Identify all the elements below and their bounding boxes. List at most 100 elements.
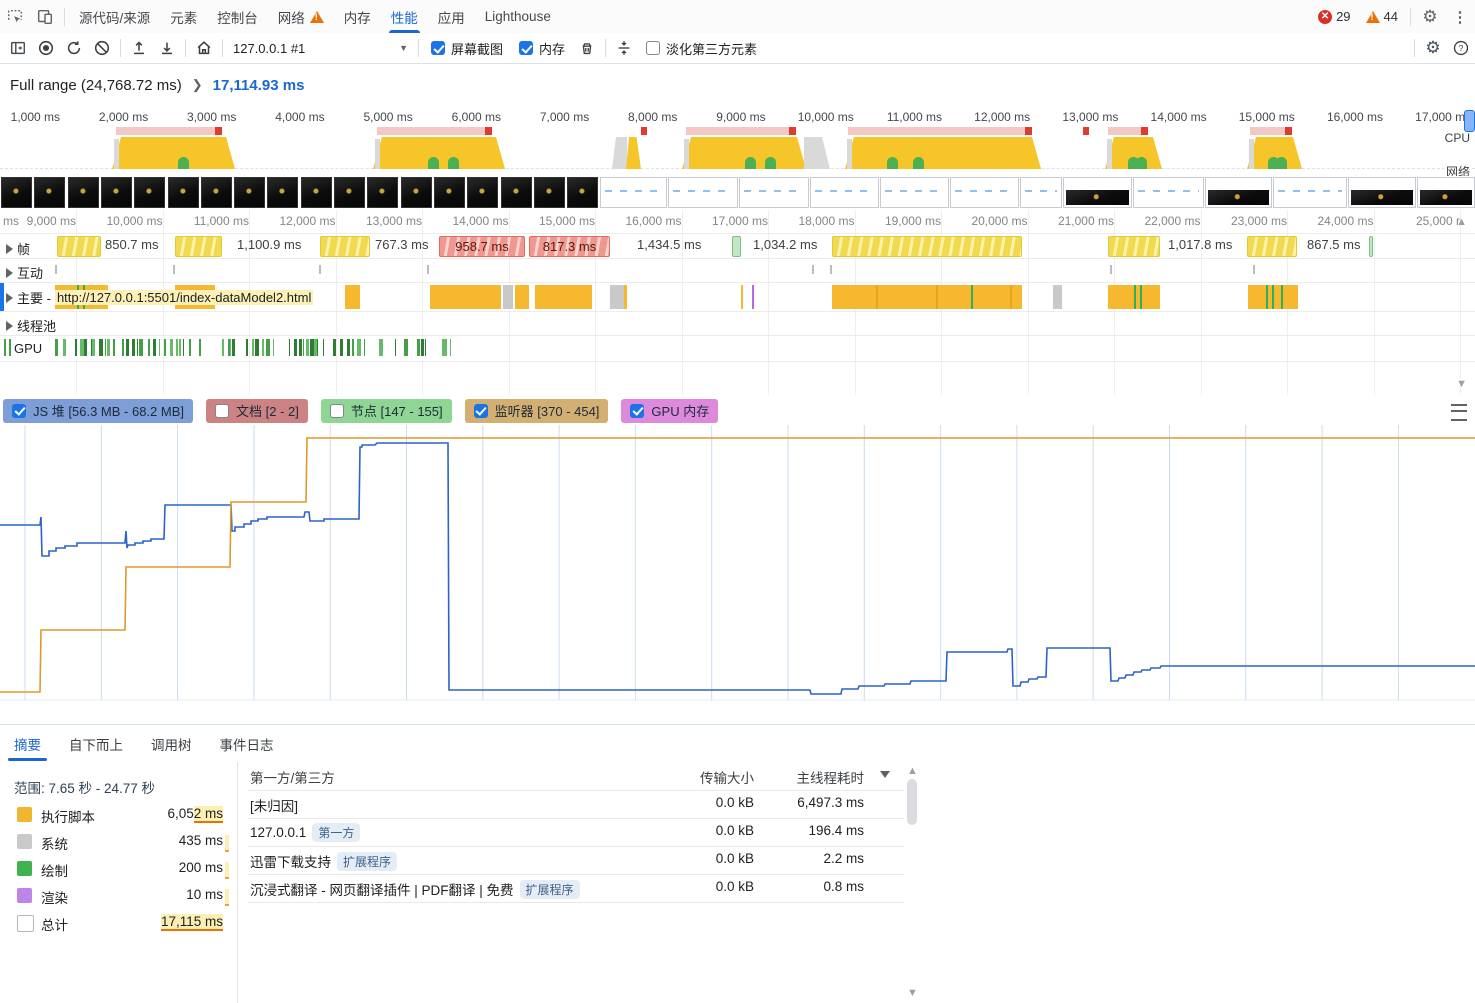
screenshot-thumbnail[interactable] bbox=[334, 177, 365, 208]
gpu-task-bar[interactable] bbox=[132, 339, 135, 356]
tab-内存[interactable]: 内存 bbox=[334, 0, 381, 33]
dropped-frame-bar[interactable]: 817.3 ms bbox=[529, 236, 610, 257]
gpu-task-bar[interactable] bbox=[179, 339, 181, 356]
frames-track-label[interactable]: 帧 bbox=[6, 239, 30, 258]
main-thread-event[interactable] bbox=[503, 285, 513, 309]
gpu-task-bar[interactable] bbox=[183, 339, 184, 356]
main-thread-event[interactable] bbox=[752, 285, 754, 309]
inspect-element-icon[interactable] bbox=[0, 4, 30, 30]
gpu-task-bar[interactable] bbox=[113, 339, 115, 356]
timeline-overview[interactable]: 1,000 ms 2,000 ms 3,000 ms 4,000 ms 5,000 ms… bbox=[0, 106, 1475, 180]
screenshot-thumbnail[interactable] bbox=[234, 177, 266, 208]
tab-性能[interactable]: 性能 bbox=[381, 0, 428, 33]
gpu-task-bar[interactable] bbox=[126, 339, 129, 356]
gpu-task-bar[interactable] bbox=[246, 339, 248, 356]
gpu-task-bar[interactable] bbox=[139, 339, 143, 356]
gpu-task-bar[interactable] bbox=[230, 339, 231, 356]
screenshot-thumbnail[interactable] bbox=[34, 177, 66, 208]
main-thread-event[interactable] bbox=[1281, 285, 1283, 309]
screenshot-thumbnail[interactable] bbox=[200, 177, 232, 208]
screenshot-thumbnail[interactable] bbox=[100, 177, 132, 208]
gpu-task-bar[interactable] bbox=[421, 339, 424, 356]
screenshots-checkbox[interactable]: 屏幕截图 bbox=[431, 39, 503, 58]
screenshot-thumbnail[interactable] bbox=[1020, 177, 1062, 208]
gpu-task-bar[interactable] bbox=[273, 339, 274, 356]
gpu-task-bar[interactable] bbox=[395, 339, 396, 356]
good-frame-bar[interactable] bbox=[732, 236, 741, 257]
gpu-task-bar[interactable] bbox=[232, 339, 235, 356]
breadcrumb-selected-range[interactable]: 17,114.93 ms bbox=[213, 77, 305, 94]
details-tab-调用树[interactable]: 调用树 bbox=[151, 727, 192, 761]
gpu-task-bar[interactable] bbox=[294, 339, 297, 356]
gpu-task-bar[interactable] bbox=[417, 339, 420, 356]
screenshot-thumbnail[interactable] bbox=[67, 177, 99, 208]
gpu-task-bar[interactable] bbox=[4, 339, 6, 356]
screenshot-thumbnail[interactable] bbox=[400, 177, 432, 208]
screenshot-thumbnail[interactable] bbox=[739, 177, 809, 208]
gpu-task-bar[interactable] bbox=[84, 339, 87, 356]
screenshot-thumbnail[interactable] bbox=[367, 177, 399, 208]
screenshot-thumbnail[interactable] bbox=[300, 177, 332, 208]
tab-元素[interactable]: 元素 bbox=[160, 0, 207, 33]
reload-record-icon[interactable] bbox=[60, 35, 88, 61]
main-thread-event[interactable] bbox=[971, 285, 973, 309]
screenshot-thumbnail[interactable] bbox=[668, 177, 738, 208]
gpu-task-bar[interactable] bbox=[266, 339, 270, 356]
tab-应用[interactable]: 应用 bbox=[428, 0, 475, 33]
screenshot-thumbnail[interactable] bbox=[810, 177, 879, 208]
screenshot-thumbnail[interactable] bbox=[600, 177, 667, 208]
sort-desc-icon[interactable] bbox=[880, 771, 890, 778]
interactions-track[interactable]: 互动 bbox=[0, 259, 1475, 283]
home-icon[interactable] bbox=[190, 35, 218, 61]
gpu-task-bar[interactable] bbox=[406, 339, 408, 356]
expand-icon[interactable] bbox=[6, 243, 13, 254]
partial-frame-bar[interactable] bbox=[175, 236, 222, 257]
more-menu-icon[interactable]: ⋮ bbox=[1445, 4, 1475, 30]
gpu-track-label[interactable]: GPU bbox=[14, 341, 42, 356]
partial-frame-bar[interactable] bbox=[832, 236, 1022, 257]
tab-源代码/来源[interactable]: 源代码/来源 bbox=[69, 0, 160, 33]
main-thread-event[interactable] bbox=[936, 285, 938, 309]
main-thread-event[interactable] bbox=[832, 285, 1022, 309]
gpu-task-bar[interactable] bbox=[159, 339, 160, 356]
partial-frame-bar[interactable] bbox=[57, 236, 101, 257]
main-thread-event[interactable] bbox=[610, 285, 624, 309]
col-time[interactable]: 主线程耗时 bbox=[797, 767, 865, 787]
main-thread-event[interactable] bbox=[430, 285, 501, 309]
scroll-up-icon[interactable]: ▲ bbox=[1456, 216, 1467, 228]
good-frame-bar[interactable] bbox=[1369, 236, 1373, 257]
tab-控制台[interactable]: 控制台 bbox=[207, 0, 268, 33]
main-thread-event[interactable] bbox=[741, 285, 743, 309]
expand-icon[interactable] bbox=[6, 292, 13, 303]
screenshot-thumbnail[interactable] bbox=[1, 177, 32, 208]
details-tab-摘要[interactable]: 摘要 bbox=[8, 727, 47, 761]
settings-gear-icon[interactable]: ⚙ bbox=[1415, 4, 1445, 30]
gpu-task-bar[interactable] bbox=[170, 339, 173, 356]
thread-pool-track[interactable]: 线程池 bbox=[0, 312, 1475, 336]
collect-garbage-icon[interactable] bbox=[573, 35, 601, 61]
main-thread-event[interactable] bbox=[1134, 285, 1136, 309]
screenshot-thumbnail[interactable] bbox=[1348, 177, 1416, 208]
screenshot-thumbnail[interactable] bbox=[433, 177, 465, 208]
screenshot-thumbnail[interactable] bbox=[467, 177, 499, 208]
gpu-task-bar[interactable] bbox=[333, 339, 336, 356]
gpu-task-bar[interactable] bbox=[199, 339, 201, 356]
gpu-task-bar[interactable] bbox=[450, 339, 451, 356]
collapse-sections-icon[interactable] bbox=[610, 35, 638, 61]
gpu-task-bar[interactable] bbox=[153, 339, 156, 356]
record-icon[interactable] bbox=[32, 35, 60, 61]
toggle-sidebar-icon[interactable] bbox=[4, 35, 32, 61]
memory-counter-chip[interactable]: 文档 [2 - 2] bbox=[206, 398, 308, 423]
thread-pool-track-label[interactable]: 线程池 bbox=[6, 316, 56, 335]
gpu-task-bar[interactable] bbox=[176, 339, 178, 356]
screenshot-thumbnail[interactable] bbox=[1205, 177, 1272, 208]
details-tab-自下而上[interactable]: 自下而上 bbox=[69, 727, 123, 761]
scroll-down-icon[interactable]: ▼ bbox=[907, 987, 918, 999]
gpu-task-bar[interactable] bbox=[289, 339, 290, 356]
partial-frame-bar[interactable] bbox=[1247, 236, 1297, 257]
gpu-task-bar[interactable] bbox=[63, 339, 66, 356]
fade-third-party-checkbox[interactable]: 淡化第三方元素 bbox=[646, 39, 757, 58]
partial-frame-bar[interactable] bbox=[1108, 236, 1160, 257]
scroll-up-icon[interactable]: ▲ bbox=[907, 765, 918, 777]
gpu-task-bar[interactable] bbox=[252, 339, 254, 356]
